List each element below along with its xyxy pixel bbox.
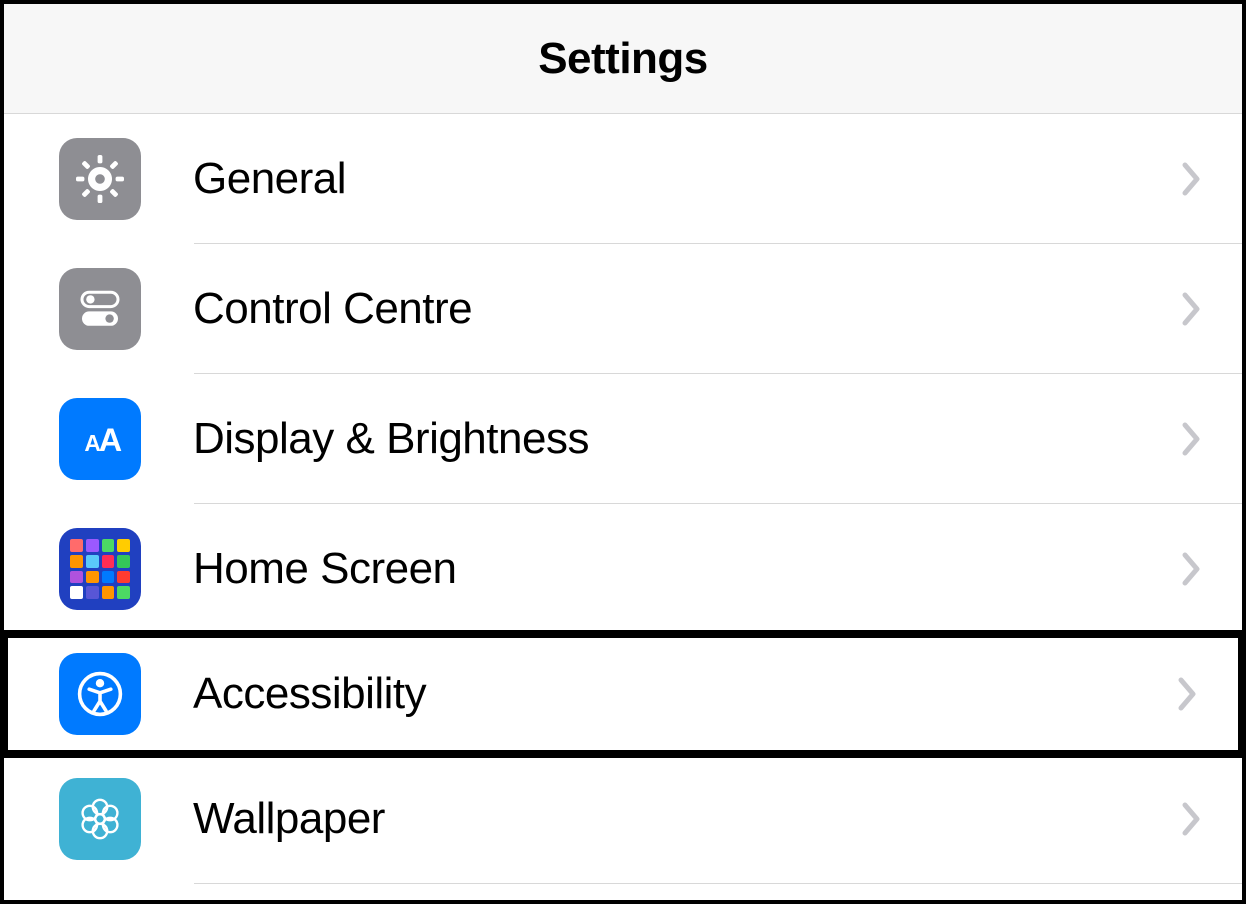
header: Settings <box>4 4 1242 114</box>
toggles-icon <box>59 268 141 350</box>
page-title: Settings <box>538 34 708 84</box>
row-label-home-screen: Home Screen <box>193 544 1182 594</box>
accessibility-icon <box>59 653 141 735</box>
row-label-display: Display & Brightness <box>193 414 1182 464</box>
row-label-general: General <box>193 154 1182 204</box>
row-label-wallpaper: Wallpaper <box>193 794 1182 844</box>
row-display[interactable]: A A Display & Brightness <box>4 374 1242 504</box>
chevron-right-icon <box>1182 292 1202 326</box>
gear-icon <box>59 138 141 220</box>
chevron-right-icon <box>1182 162 1202 196</box>
chevron-right-icon <box>1182 802 1202 836</box>
row-home-screen[interactable]: Home Screen <box>4 504 1242 634</box>
chevron-right-icon <box>1182 422 1202 456</box>
row-accessibility[interactable]: Accessibility <box>0 630 1246 758</box>
row-label-accessibility: Accessibility <box>193 669 1178 719</box>
chevron-right-icon <box>1182 552 1202 586</box>
app-grid-icon <box>59 528 141 610</box>
row-general[interactable]: General <box>4 114 1242 244</box>
text-size-icon: A A <box>59 398 141 480</box>
settings-list: General Control Centre A A D <box>4 114 1242 884</box>
row-wallpaper[interactable]: Wallpaper <box>4 754 1242 884</box>
svg-text:A: A <box>99 422 122 458</box>
row-label-control-centre: Control Centre <box>193 284 1182 334</box>
separator <box>194 883 1242 884</box>
chevron-right-icon <box>1178 677 1198 711</box>
flower-icon <box>59 778 141 860</box>
row-control-centre[interactable]: Control Centre <box>4 244 1242 374</box>
